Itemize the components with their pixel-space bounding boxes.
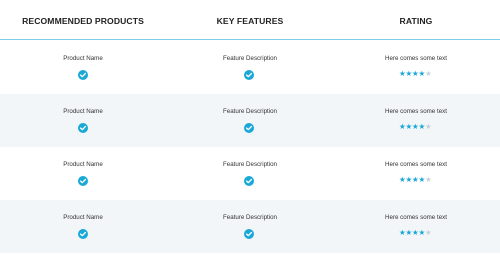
rating-text: Here comes some text — [385, 214, 447, 221]
rating-text: Here comes some text — [385, 161, 447, 168]
product-name: Product Name — [63, 161, 103, 168]
comparison-table: RECOMMENDED PRODUCTS KEY FEATURES RATING… — [0, 0, 500, 254]
check-circle-icon — [78, 70, 88, 80]
header-rating: RATING — [399, 16, 433, 26]
table-row: Product Name Feature Description Here co… — [0, 41, 500, 94]
table-row: Product Name Feature Description Here co… — [0, 94, 500, 147]
check-circle-icon — [78, 229, 88, 239]
table-row: Product Name Feature Description Here co… — [0, 200, 500, 253]
header-recommended-products: RECOMMENDED PRODUCTS — [22, 16, 144, 26]
product-name: Product Name — [63, 55, 103, 62]
product-name: Product Name — [63, 108, 103, 115]
feature-description: Feature Description — [223, 161, 277, 168]
check-circle-icon — [78, 123, 88, 133]
star-rating: ★ ★ ★ ★ ★ — [399, 228, 432, 238]
star-rating: ★ ★ ★ ★ ★ — [399, 122, 432, 132]
star-rating: ★ ★ ★ ★ ★ — [399, 175, 432, 185]
feature-description: Feature Description — [223, 108, 277, 115]
check-circle-icon — [78, 176, 88, 186]
feature-description: Feature Description — [223, 214, 277, 221]
star-empty-icon: ★ — [425, 69, 432, 78]
check-circle-icon — [244, 176, 254, 186]
product-name: Product Name — [63, 214, 103, 221]
check-circle-icon — [244, 229, 254, 239]
table-header: RECOMMENDED PRODUCTS KEY FEATURES RATING — [0, 0, 500, 40]
feature-description: Feature Description — [223, 55, 277, 62]
rating-text: Here comes some text — [385, 108, 447, 115]
star-empty-icon: ★ — [425, 228, 432, 237]
header-key-features: KEY FEATURES — [216, 16, 284, 26]
check-circle-icon — [244, 70, 254, 80]
star-empty-icon: ★ — [425, 175, 432, 184]
table-row: Product Name Feature Description Here co… — [0, 147, 500, 200]
check-circle-icon — [244, 123, 254, 133]
star-empty-icon: ★ — [425, 122, 432, 131]
star-rating: ★ ★ ★ ★ ★ — [399, 69, 432, 79]
rating-text: Here comes some text — [385, 55, 447, 62]
